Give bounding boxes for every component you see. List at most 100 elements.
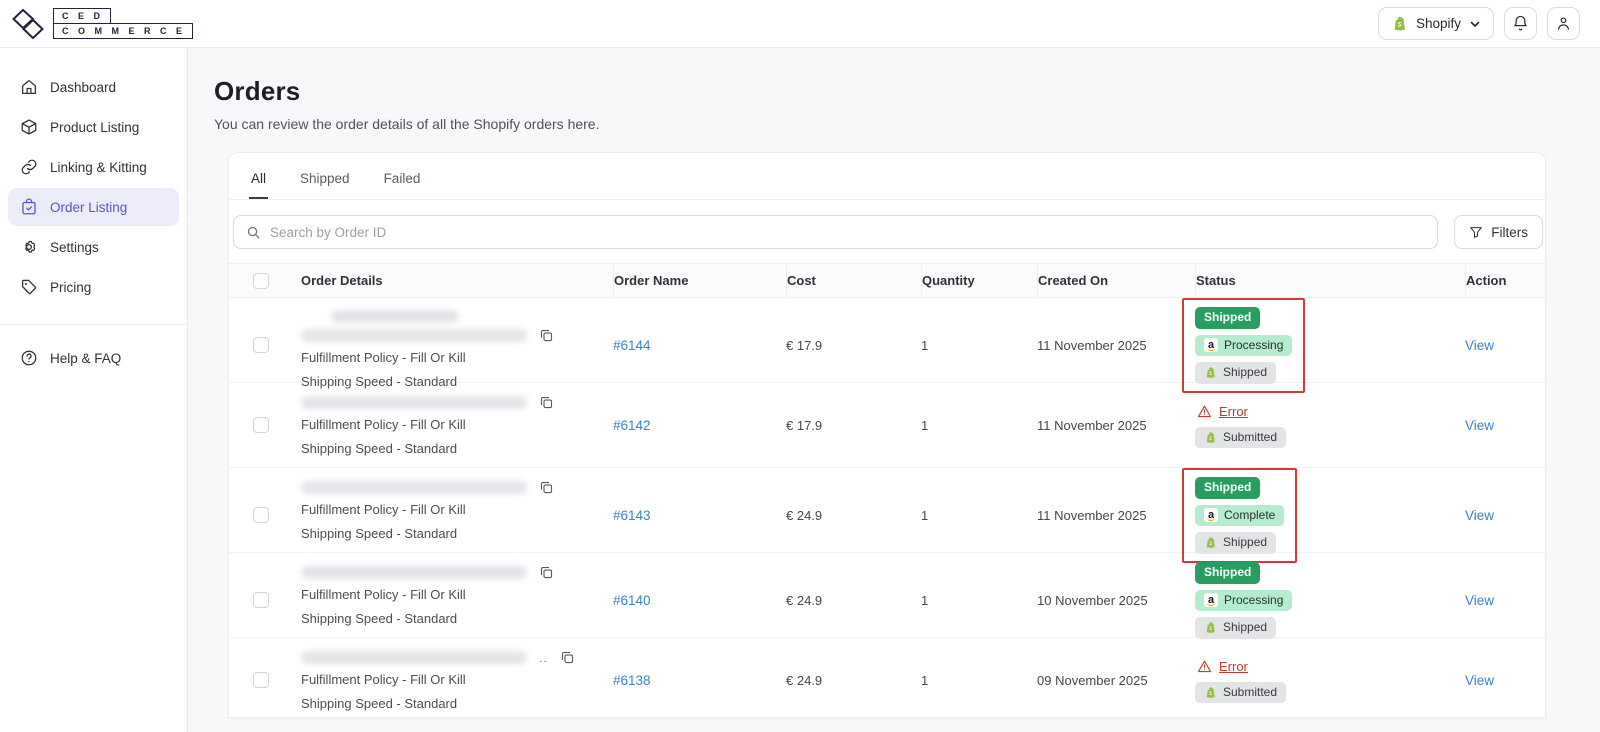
column-header-status: Status <box>1195 264 1465 297</box>
order-name-link[interactable]: #6143 <box>613 508 651 523</box>
shopify-icon <box>1206 622 1215 634</box>
search-icon <box>247 226 260 238</box>
status-stack: Error Submitted <box>1182 648 1299 713</box>
truncation-dots: .. <box>539 650 548 665</box>
order-name-link[interactable]: #6142 <box>613 418 651 433</box>
copy-icon[interactable] <box>560 650 575 665</box>
search-input[interactable] <box>270 224 1426 240</box>
error-link[interactable]: Error <box>1219 659 1248 674</box>
tag-icon <box>21 279 37 295</box>
sidebar: Dashboard Product Listing Linking & Kitt… <box>0 48 188 732</box>
question-icon <box>21 350 37 366</box>
status-badge-shopify: Submitted <box>1195 681 1287 704</box>
error-link[interactable]: Error <box>1219 404 1248 419</box>
shopify-icon <box>1206 537 1215 549</box>
cube-icon <box>21 119 37 135</box>
view-order-link[interactable]: View <box>1465 508 1494 523</box>
order-created-on: 11 November 2025 <box>1037 337 1147 353</box>
redacted-customer-name <box>301 395 554 410</box>
row-checkbox[interactable] <box>253 592 269 609</box>
view-order-link[interactable]: View <box>1465 418 1494 433</box>
sidebar-item-linking-kitting[interactable]: Linking & Kitting <box>8 148 179 186</box>
copy-icon[interactable] <box>539 480 554 495</box>
order-name-link[interactable]: #6144 <box>613 338 651 353</box>
view-order-link[interactable]: View <box>1465 673 1494 688</box>
sidebar-item-label: Settings <box>50 239 99 255</box>
sidebar-item-pricing[interactable]: Pricing <box>8 268 179 306</box>
amazon-icon: a <box>1204 508 1218 523</box>
copy-icon[interactable] <box>539 328 554 343</box>
column-header-quantity: Quantity <box>921 264 1037 297</box>
fulfillment-policy-text: Fulfillment Policy - Fill Or Kill <box>301 417 466 432</box>
redacted-customer-name <box>301 310 554 343</box>
order-quantity: 1 <box>921 672 929 688</box>
fulfillment-policy-text: Fulfillment Policy - Fill Or Kill <box>301 672 466 687</box>
search-box[interactable] <box>233 215 1439 249</box>
status-badge-amazon: a Processing <box>1195 334 1293 357</box>
column-header-cost: Cost <box>786 264 921 297</box>
order-name-link[interactable]: #6140 <box>613 593 651 608</box>
status-badge-shopify: Shipped <box>1195 362 1277 384</box>
copy-icon[interactable] <box>539 395 554 410</box>
fulfillment-policy-text: Fulfillment Policy - Fill Or Kill <box>301 350 466 365</box>
store-switcher-button[interactable]: Shopify <box>1377 7 1494 40</box>
bell-icon <box>1514 15 1527 31</box>
amazon-icon: a <box>1204 338 1218 353</box>
order-created-on: 11 November 2025 <box>1037 507 1147 523</box>
main-content: Orders You can review the order details … <box>188 48 1600 732</box>
redacted-customer-name <box>301 565 554 580</box>
filters-button[interactable]: Filters <box>1454 215 1543 249</box>
order-name-link[interactable]: #6138 <box>613 673 651 688</box>
order-created-on: 11 November 2025 <box>1037 417 1147 433</box>
sidebar-item-dashboard[interactable]: Dashboard <box>8 68 179 106</box>
sidebar-item-label: Order Listing <box>50 199 128 215</box>
sidebar-item-product-listing[interactable]: Product Listing <box>8 108 179 146</box>
row-checkbox[interactable] <box>253 337 269 354</box>
table-row: .. Fulfillment Policy - Fill Or Kill Shi… <box>229 638 1545 717</box>
shopify-logo-icon <box>1394 16 1406 31</box>
store-switcher-label: Shopify <box>1415 16 1461 31</box>
tab-failed[interactable]: Failed <box>382 168 423 199</box>
chevron-down-icon <box>1470 21 1480 27</box>
shopify-icon <box>1206 687 1215 698</box>
order-created-on: 10 November 2025 <box>1037 592 1148 608</box>
account-button[interactable] <box>1547 7 1580 40</box>
redacted-customer-name <box>301 480 554 495</box>
fulfillment-policy-text: Fulfillment Policy - Fill Or Kill <box>301 587 466 602</box>
row-checkbox[interactable] <box>253 507 269 524</box>
sidebar-item-label: Pricing <box>50 279 92 295</box>
tab-shipped[interactable]: Shipped <box>298 168 352 199</box>
select-all-checkbox[interactable] <box>253 272 269 289</box>
status-error[interactable]: Error <box>1195 659 1248 674</box>
sidebar-divider <box>0 324 187 325</box>
row-checkbox[interactable] <box>253 417 269 433</box>
view-order-link[interactable]: View <box>1465 593 1494 608</box>
cedcommerce-diamond-icon <box>12 8 44 39</box>
tab-all[interactable]: All <box>249 168 269 199</box>
table-header: Order Details Order Name Cost Quantity C… <box>229 263 1545 298</box>
user-icon <box>1557 17 1570 30</box>
status-badge-shopify: Submitted <box>1195 426 1287 449</box>
view-order-link[interactable]: View <box>1465 338 1494 353</box>
filter-funnel-icon <box>1470 227 1483 238</box>
row-checkbox[interactable] <box>253 672 269 688</box>
column-header-order-details: Order Details <box>301 273 383 288</box>
order-cost: € 24.9 <box>786 592 823 608</box>
notifications-button[interactable] <box>1504 7 1537 40</box>
sidebar-item-label: Help & FAQ <box>50 350 122 366</box>
sidebar-item-order-listing[interactable]: Order Listing <box>8 188 179 226</box>
status-stack: Error Submitted <box>1182 393 1299 458</box>
sidebar-item-help-faq[interactable]: Help & FAQ <box>8 339 179 377</box>
order-created-on: 09 November 2025 <box>1037 672 1148 688</box>
page-title: Orders <box>214 76 301 106</box>
orders-table-body: Fulfillment Policy - Fill Or Kill Shippi… <box>229 298 1545 717</box>
sidebar-item-settings[interactable]: Settings <box>8 228 179 266</box>
order-quantity: 1 <box>921 337 929 353</box>
copy-icon[interactable] <box>539 565 554 580</box>
status-error[interactable]: Error <box>1195 404 1248 419</box>
order-cost: € 17.9 <box>786 337 823 353</box>
shopify-icon <box>1206 432 1215 443</box>
order-cost: € 24.9 <box>786 507 823 523</box>
status-badge-shopify: Shipped <box>1195 532 1277 554</box>
status-stack-highlighted: Shipped a Complete Shipped <box>1182 468 1298 563</box>
